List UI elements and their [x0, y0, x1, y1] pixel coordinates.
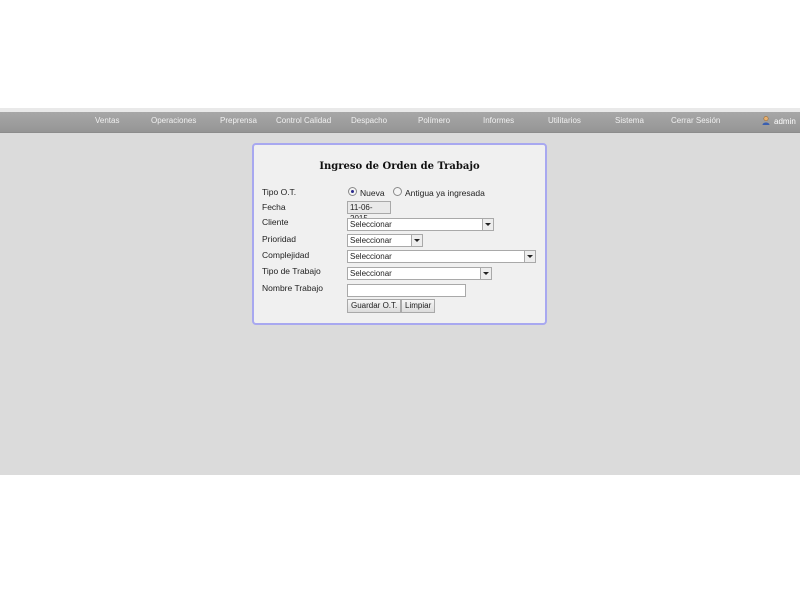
nav-item-preprensa[interactable]: Preprensa — [220, 112, 257, 132]
guardar-ot-button[interactable]: Guardar O.T. — [347, 299, 402, 313]
radio-nueva[interactable] — [348, 187, 357, 197]
prioridad-select-value: Seleccionar — [350, 236, 392, 245]
label-prioridad: Prioridad — [262, 234, 297, 244]
complejidad-select-value: Seleccionar — [350, 252, 392, 261]
cliente-select[interactable]: Seleccionar — [347, 218, 494, 231]
prioridad-select[interactable]: Seleccionar — [347, 234, 423, 247]
cliente-select-value: Seleccionar — [350, 220, 392, 229]
nav-item-cerrar-sesion[interactable]: Cerrar Sesión — [671, 112, 720, 132]
tipo-ot-radio-group: Nueva Antigua ya ingresada — [348, 187, 491, 198]
nav-item-despacho[interactable]: Despacho — [351, 112, 387, 132]
user-menu[interactable]: admin — [762, 112, 796, 132]
nav-item-polimero[interactable]: Polímero — [418, 112, 450, 132]
main-navbar: Ventas Operaciones Preprensa Control Cal… — [0, 112, 800, 133]
nav-item-operaciones[interactable]: Operaciones — [151, 112, 196, 132]
nombre-trabajo-input[interactable] — [347, 284, 466, 297]
app-area: Ventas Operaciones Preprensa Control Cal… — [0, 108, 800, 475]
radio-nueva-label: Nueva — [360, 187, 385, 198]
nav-item-ventas[interactable]: Ventas — [95, 112, 119, 132]
radio-antigua-label: Antigua ya ingresada — [404, 187, 485, 198]
user-avatar-icon — [762, 116, 770, 126]
chevron-down-icon — [480, 268, 491, 279]
nav-item-sistema[interactable]: Sistema — [615, 112, 644, 132]
label-nombre-trabajo: Nombre Trabajo — [262, 283, 323, 293]
label-tipo-ot: Tipo O.T. — [262, 187, 297, 197]
chevron-down-icon — [482, 219, 493, 230]
nav-item-informes[interactable]: Informes — [483, 112, 514, 132]
label-tipo-trabajo: Tipo de Trabajo — [262, 266, 321, 276]
user-name: admin — [774, 117, 796, 126]
tipo-trabajo-select[interactable]: Seleccionar — [347, 267, 492, 280]
radio-antigua[interactable] — [392, 187, 402, 197]
limpiar-button[interactable]: Limpiar — [401, 299, 436, 313]
complejidad-select[interactable]: Seleccionar — [347, 250, 536, 263]
work-order-form-panel: Ingreso de Orden de Trabajo Tipo O.T. Nu… — [252, 143, 547, 325]
nav-item-control-calidad[interactable]: Control Calidad — [276, 112, 331, 132]
label-fecha: Fecha — [262, 202, 286, 212]
form-title: Ingreso de Orden de Trabajo — [319, 161, 480, 172]
chevron-down-icon — [411, 235, 422, 246]
tipo-trabajo-select-value: Seleccionar — [350, 269, 392, 278]
chevron-down-icon — [524, 251, 535, 262]
fecha-field[interactable]: 11-06-2015 — [347, 201, 391, 223]
label-complejidad: Complejidad — [262, 250, 310, 260]
nav-item-utilitarios[interactable]: Utilitarios — [548, 112, 581, 132]
label-cliente: Cliente — [262, 217, 289, 227]
